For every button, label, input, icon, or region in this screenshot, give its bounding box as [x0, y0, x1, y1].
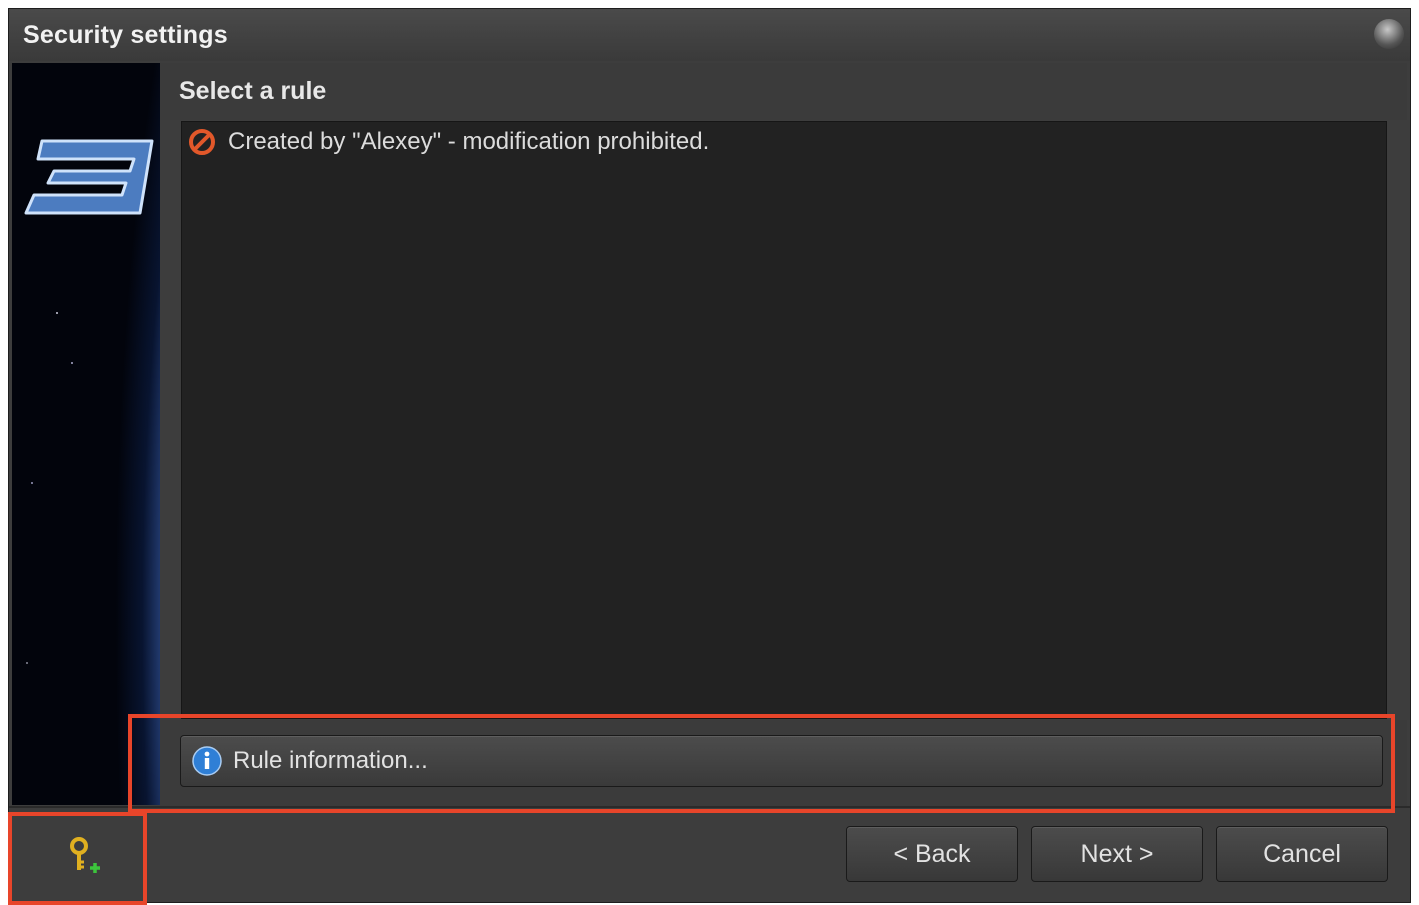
add-key-icon[interactable]: [66, 836, 106, 876]
list-item[interactable]: Created by "Alexey" - modification prohi…: [188, 128, 709, 156]
add-key-area: [12, 808, 142, 902]
rule-information-button[interactable]: Rule information...: [180, 735, 1383, 787]
section-title: Select a rule: [179, 77, 327, 105]
info-icon: [192, 746, 222, 776]
rule-information-label: Rule information...: [233, 747, 428, 774]
footer-divider: [9, 806, 1410, 808]
back-button[interactable]: < Back: [846, 826, 1018, 882]
rule-item-label: Created by "Alexey" - modification prohi…: [228, 128, 710, 155]
header-area: Select a rule: [160, 63, 1407, 120]
next-button[interactable]: Next >: [1031, 826, 1203, 882]
title-bar[interactable]: Security settings: [9, 9, 1410, 61]
window-title: Security settings: [23, 21, 228, 49]
cancel-button[interactable]: Cancel: [1216, 826, 1388, 882]
window-orb-icon[interactable]: [1374, 19, 1404, 49]
prohibited-icon: [189, 129, 215, 155]
rule-list[interactable]: Created by "Alexey" - modification prohi…: [181, 121, 1387, 719]
security-settings-window: Security settings Select a rule Created …: [8, 8, 1411, 903]
side-banner-image: [12, 63, 160, 805]
